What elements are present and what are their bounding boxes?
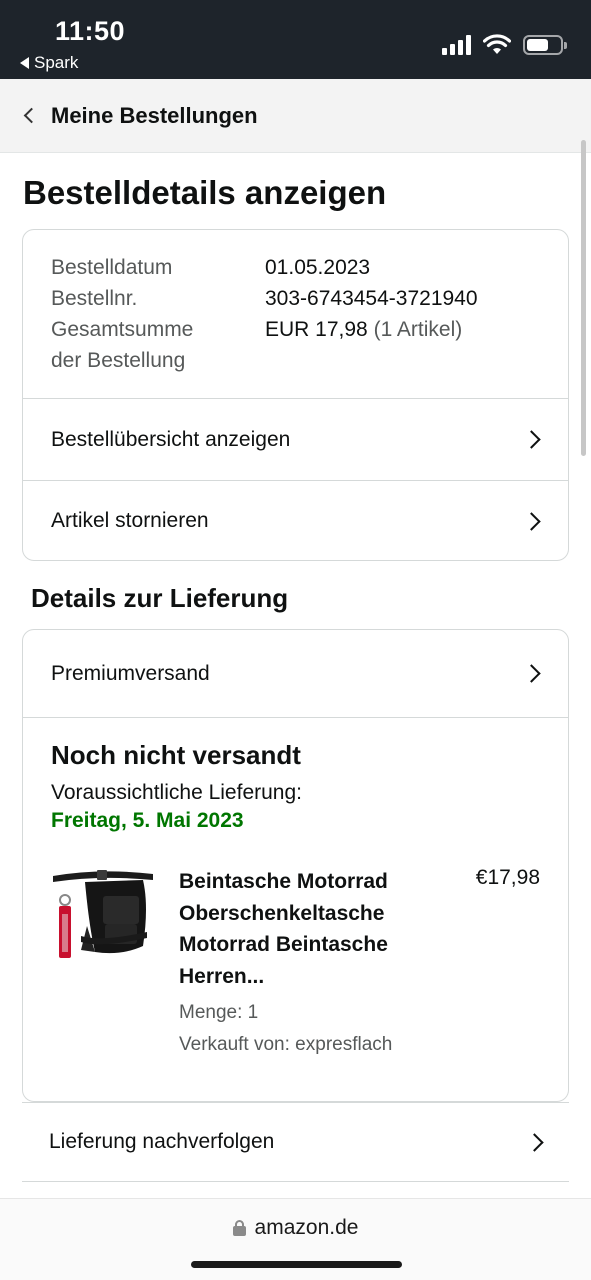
chevron-right-icon (525, 1132, 544, 1152)
wifi-icon (483, 34, 511, 54)
address-bar[interactable]: amazon.de (0, 1216, 591, 1240)
view-order-summary-label: Bestellübersicht anzeigen (51, 427, 291, 451)
shipment-status: Noch nicht versandt (51, 740, 301, 770)
order-item-count: (1 Artikel) (373, 318, 463, 341)
order-total-value: EUR 17,98 (265, 318, 368, 341)
chevron-right-icon (522, 430, 541, 449)
eta-date: Freitag, 5. Mai 2023 (51, 809, 244, 832)
browser-bottom-bar: amazon.de (0, 1198, 591, 1280)
battery-icon (523, 35, 567, 55)
view-order-summary-link[interactable]: Bestellübersicht anzeigen (23, 399, 568, 480)
product-image[interactable] (51, 866, 155, 962)
chevron-right-icon (522, 664, 541, 683)
scrollbar[interactable] (581, 140, 586, 456)
eta-label: Voraussichtliche Lieferung: (51, 781, 302, 804)
order-info: Bestelldatum 01.05.2023 Bestellnr. 303-6… (23, 230, 568, 399)
shipping-method-label: Premiumversand (51, 661, 210, 685)
page-title: Bestelldetails anzeigen (23, 174, 387, 211)
back-chevron-icon[interactable] (23, 107, 40, 124)
track-delivery-label: Lieferung nachverfolgen (49, 1130, 275, 1153)
back-app-label: Spark (34, 53, 79, 72)
delivery-section-title: Details zur Lieferung (31, 583, 289, 613)
nav-bar[interactable]: Meine Bestellungen (0, 79, 591, 153)
product-quantity: Menge: 1 (179, 1002, 259, 1023)
chevron-right-icon (522, 511, 541, 531)
shipment-body: Noch nicht versandt Voraussichtliche Lie… (23, 718, 568, 1101)
home-indicator[interactable] (191, 1261, 402, 1268)
cancel-items-label: Artikel stornieren (51, 509, 209, 532)
lock-icon (232, 1220, 246, 1236)
order-total-row: Gesamtsumme der Bestellung EUR 17,98 (1 … (51, 314, 540, 376)
battery-fill (527, 39, 548, 51)
order-date-label: Bestelldatum (51, 256, 173, 279)
order-total-label-line2: der Bestellung (51, 349, 186, 372)
order-number-label: Bestellnr. (51, 287, 138, 310)
product-title[interactable]: Beintasche Motorrad Oberschenkeltasche M… (179, 866, 424, 992)
product-price: €17,98 (475, 866, 540, 889)
status-bar: 11:50 Spark (0, 0, 591, 79)
order-total-label-line1: Gesamtsumme (51, 318, 194, 341)
order-date-value: 01.05.2023 (265, 256, 371, 279)
nav-back-title[interactable]: Meine Bestellungen (51, 103, 258, 129)
back-to-app-link[interactable]: Spark (20, 53, 78, 73)
delivery-card: Premiumversand Noch nicht versandt Vorau… (22, 629, 569, 1102)
order-number-value: 303-6743454-3721940 (265, 287, 478, 310)
status-icons (442, 34, 567, 56)
url-text: amazon.de (254, 1216, 359, 1239)
order-number-row: Bestellnr. 303-6743454-3721940 (51, 283, 540, 314)
shipping-method-row[interactable]: Premiumversand (23, 630, 568, 718)
signal-icon (442, 35, 471, 55)
order-date-row: Bestelldatum 01.05.2023 (51, 252, 540, 283)
back-triangle-icon (20, 57, 29, 69)
product-seller: Verkauft von: expresflach (179, 1034, 393, 1055)
order-total-value-wrap: EUR 17,98 (1 Artikel) (265, 314, 462, 376)
order-summary-card: Bestelldatum 01.05.2023 Bestellnr. 303-6… (22, 229, 569, 561)
order-total-label: Gesamtsumme der Bestellung (51, 314, 265, 376)
cancel-items-link[interactable]: Artikel stornieren (23, 480, 568, 560)
track-delivery-link[interactable]: Lieferung nachverfolgen (22, 1102, 569, 1182)
status-time: 11:50 (55, 16, 126, 46)
